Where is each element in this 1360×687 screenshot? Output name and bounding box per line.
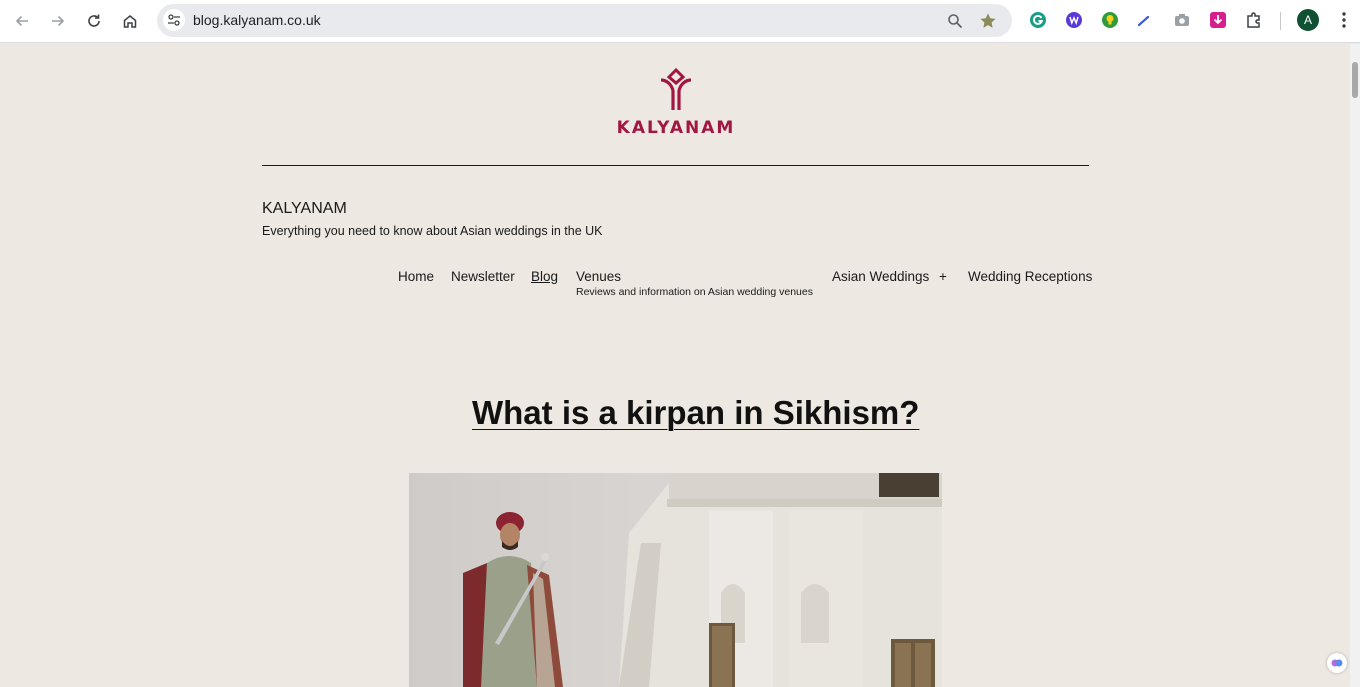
- reload-icon: [88, 14, 100, 27]
- site-info-icon: [168, 14, 180, 26]
- zoom-button[interactable]: [945, 11, 965, 31]
- page-scrollbar[interactable]: [1350, 44, 1360, 687]
- site-title[interactable]: KALYANAM: [262, 200, 347, 218]
- site-tagline: Everything you need to know about Asian …: [262, 224, 603, 238]
- bookmark-button[interactable]: [978, 11, 998, 31]
- post-featured-image[interactable]: [409, 473, 942, 687]
- menu-item-wedding-receptions[interactable]: Wedding Receptions: [968, 269, 1092, 284]
- logo-emblem-icon: [660, 68, 692, 110]
- address-bar[interactable]: blog.kalyanam.co.uk: [157, 4, 1012, 37]
- reload-button[interactable]: [81, 8, 107, 34]
- site-logo[interactable]: KALYANAM: [600, 68, 752, 140]
- lightbulb-extension[interactable]: [1100, 10, 1120, 30]
- toolbar-divider: [1280, 12, 1281, 30]
- bookmark-star-icon: [980, 13, 996, 28]
- menu-kebab-icon: [1342, 12, 1346, 28]
- camera-icon: [1175, 14, 1189, 26]
- menu-item-asian-weddings[interactable]: Asian Weddings: [832, 269, 929, 284]
- download-extension[interactable]: [1208, 10, 1228, 30]
- menu-item-blog[interactable]: Blog: [531, 269, 558, 284]
- w-extension[interactable]: [1064, 10, 1084, 30]
- download-extension-icon: [1210, 12, 1226, 28]
- browser-menu-button[interactable]: [1334, 10, 1354, 30]
- browser-toolbar: blog.kalyanam.co.uk A: [0, 0, 1360, 43]
- menu-item-venues-description: Reviews and information on Asian wedding…: [576, 286, 813, 298]
- brain-icon: [1331, 659, 1343, 667]
- profile-avatar[interactable]: A: [1297, 9, 1319, 31]
- floating-assistant-button[interactable]: [1327, 653, 1347, 673]
- header-divider: [262, 165, 1089, 166]
- menu-item-newsletter[interactable]: Newsletter: [451, 269, 515, 284]
- extensions-button[interactable]: [1244, 10, 1264, 30]
- lightbulb-extension-icon: [1102, 12, 1118, 28]
- url-text[interactable]: blog.kalyanam.co.uk: [193, 12, 321, 28]
- extensions-puzzle-icon: [1247, 12, 1260, 28]
- submenu-toggle-button[interactable]: +: [939, 269, 947, 284]
- post-title[interactable]: What is a kirpan in Sikhism?: [472, 394, 919, 432]
- screenshot-extension[interactable]: [1172, 10, 1192, 30]
- extension-w-icon: [1066, 12, 1082, 28]
- grammarly-extension[interactable]: [1028, 10, 1048, 30]
- profile-initial: A: [1303, 13, 1312, 27]
- menu-item-venues[interactable]: Venues: [576, 269, 621, 284]
- scrollbar-thumb[interactable]: [1352, 62, 1358, 98]
- back-arrow-icon: [15, 15, 28, 27]
- logo-wordmark: KALYANAM: [616, 118, 736, 138]
- forward-arrow-icon: [52, 15, 65, 27]
- menu-item-home[interactable]: Home: [398, 269, 434, 284]
- home-button[interactable]: [117, 8, 143, 34]
- home-icon: [123, 15, 137, 28]
- zoom-icon: [948, 14, 963, 29]
- back-button[interactable]: [9, 8, 35, 34]
- pen-extension-icon: [1137, 15, 1150, 27]
- site-info-button[interactable]: [163, 9, 185, 31]
- grammarly-icon: [1030, 12, 1046, 28]
- featured-photo-illustration: [463, 473, 942, 687]
- forward-button[interactable]: [45, 8, 71, 34]
- pen-extension[interactable]: [1134, 10, 1154, 30]
